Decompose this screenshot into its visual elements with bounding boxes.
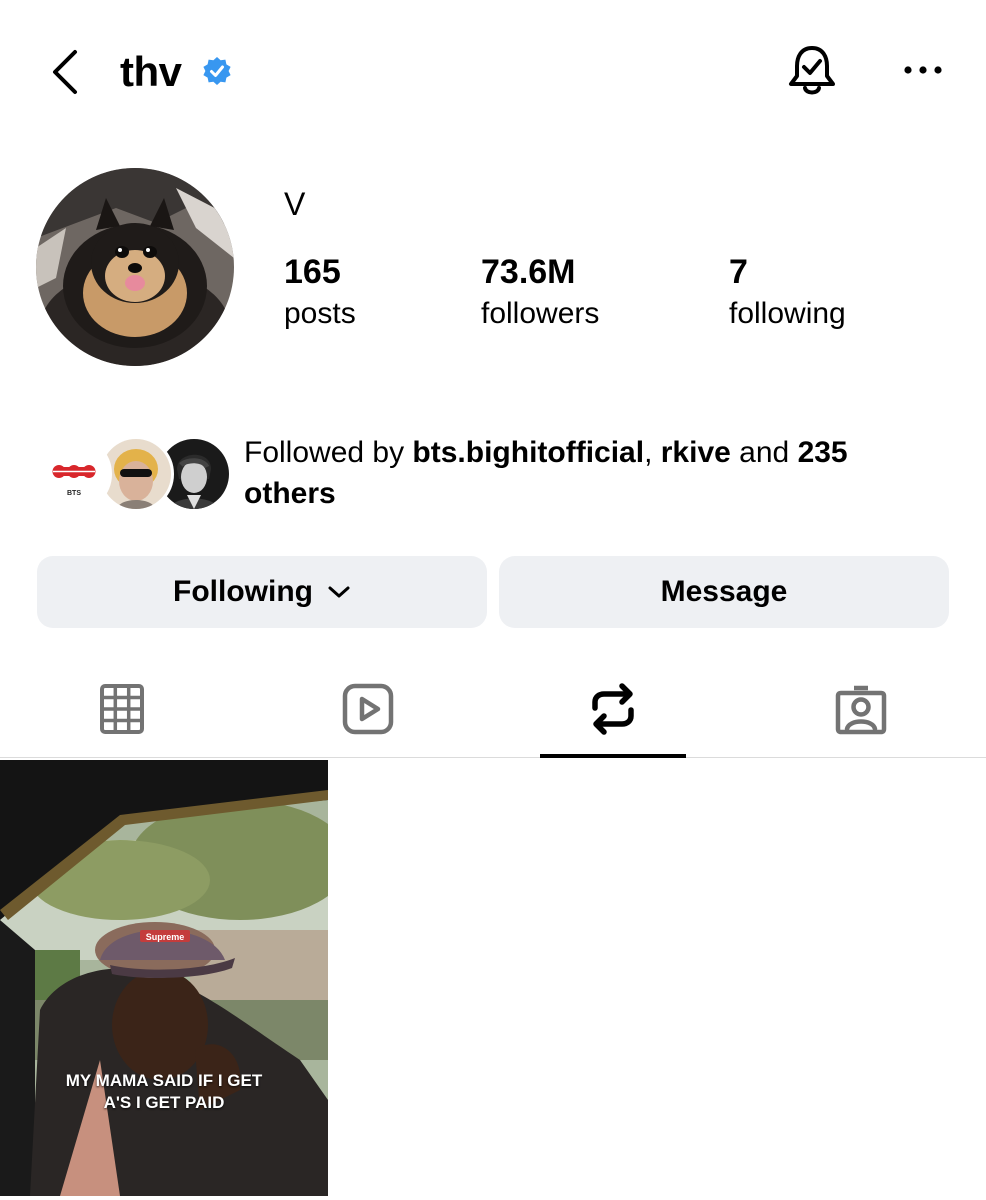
followed-by-prefix: Followed by	[244, 436, 413, 469]
profile-avatar[interactable]	[36, 168, 234, 366]
grid-post-thumbnail[interactable]: Supreme MY MAMA SAID IF I GET A'S I GET …	[0, 760, 328, 1196]
tab-tagged[interactable]	[788, 660, 934, 758]
mutual-others: others	[244, 477, 336, 510]
post-caption: MY MAMA SAID IF I GET A'S I GET PAID	[0, 1070, 328, 1114]
posts-count-label: posts	[284, 297, 356, 330]
followed-by-text: Followed by bts.bighitofficial, rkive an…	[244, 432, 944, 514]
post-caption-line2: A'S I GET PAID	[103, 1093, 225, 1112]
chevron-left-icon	[53, 50, 77, 94]
more-options-button[interactable]	[896, 52, 950, 88]
supreme-cap-text: Supreme	[146, 932, 185, 942]
following-count-value: 7	[729, 253, 748, 291]
pomeranian-dog-photo	[36, 168, 234, 366]
tab-reels[interactable]	[295, 660, 441, 758]
verified-badge-icon	[203, 57, 231, 85]
more-horizontal-icon	[904, 66, 942, 74]
reposts-icon	[592, 683, 634, 735]
mutual-count: 235	[797, 436, 848, 469]
following-count[interactable]: 7 following	[729, 250, 846, 334]
mutual-user2-link[interactable]: rkive	[661, 436, 731, 469]
tab-posts-grid[interactable]	[49, 660, 195, 758]
message-button-label: Message	[660, 575, 788, 608]
following-button[interactable]: Following	[37, 556, 487, 628]
profile-tabs	[0, 660, 986, 758]
followed-by-and: and	[730, 436, 798, 469]
message-button[interactable]: Message	[499, 556, 949, 628]
followers-count-label: followers	[481, 297, 600, 330]
back-button[interactable]	[40, 46, 88, 98]
profile-username: thv	[120, 48, 182, 95]
reels-icon	[342, 683, 394, 735]
following-button-label: Following	[173, 575, 313, 608]
bts-logo-icon: BTS	[39, 439, 109, 509]
posts-count-value: 165	[284, 253, 341, 291]
tagged-icon	[835, 685, 887, 735]
notifications-button[interactable]	[784, 42, 840, 100]
grid-icon	[100, 684, 144, 734]
profile-display-name: V	[284, 186, 306, 222]
followed-by-separator: ,	[644, 436, 661, 469]
following-count-label: following	[729, 297, 846, 330]
mutual-avatar-bts: BTS	[36, 436, 112, 512]
mutual-user1-link[interactable]: bts.bighitofficial	[412, 436, 644, 469]
tab-reposts[interactable]	[540, 660, 686, 758]
bts-logo-text: BTS	[67, 490, 81, 497]
bell-check-icon	[789, 46, 835, 95]
chevron-down-icon	[327, 585, 351, 599]
profile-header: thv	[0, 0, 986, 140]
followers-count-value: 73.6M	[481, 253, 576, 291]
post-caption-line1: MY MAMA SAID IF I GET	[65, 1071, 263, 1090]
followers-count[interactable]: 73.6M followers	[481, 250, 599, 334]
post-thumbnail-image: Supreme	[0, 760, 328, 1196]
posts-count[interactable]: 165 posts	[284, 250, 356, 334]
followed-by-row[interactable]: BTS Followed by bts.bighitofficial, rkiv…	[36, 430, 956, 520]
